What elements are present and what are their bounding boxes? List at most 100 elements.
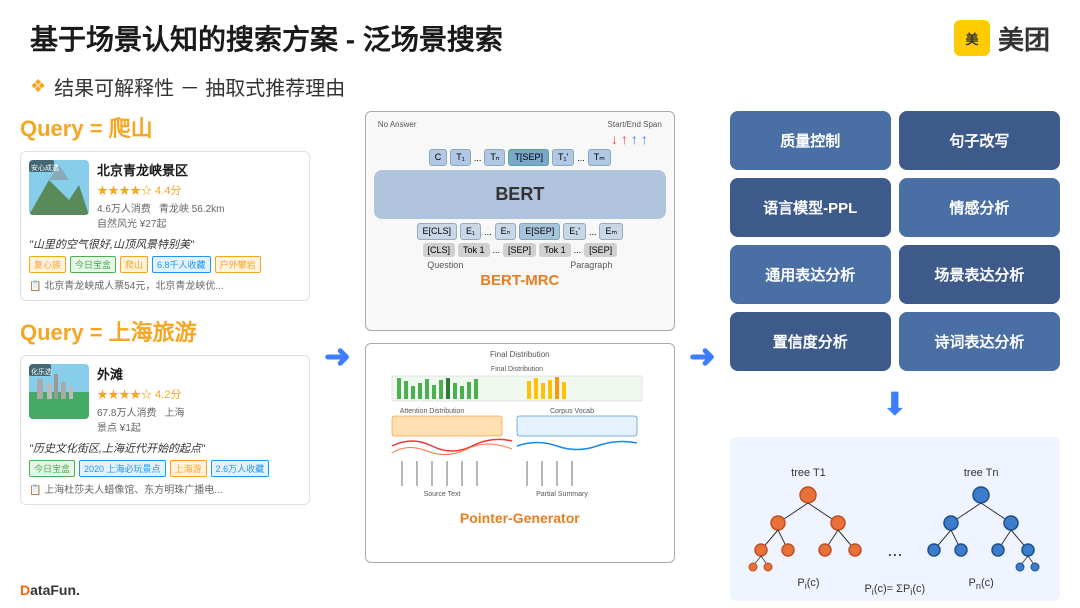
center-arrow-1: ➜ xyxy=(324,111,351,601)
token-dots2: ... xyxy=(577,149,585,166)
tok-sep: [SEP] xyxy=(503,243,536,257)
query-label-2: Query = 上海旅游 xyxy=(20,315,310,347)
bert-title: BERT xyxy=(380,184,660,205)
start-end-span-label: Start/End Span xyxy=(608,120,662,129)
card-meta-distance: 青龙峡 56.2km xyxy=(159,200,225,215)
sub-header-text: 结果可解释性 － 抽取式推荐理由 xyxy=(54,72,345,101)
btn-scene-expression[interactable]: 场景表达分析 xyxy=(899,245,1060,304)
middle-panel: No Answer Start/End Span ↓ ↑ ↑ ↑ C T₁ ..… xyxy=(365,111,675,601)
card-title-1: 北京青龙峡景区 xyxy=(97,160,301,179)
diamond-icon: ❖ xyxy=(30,76,46,97)
card-stars-2: ★★★★☆ 4.2分 xyxy=(97,386,301,402)
card-meta-2: 67.8万人消费 上海 xyxy=(97,404,301,419)
svg-text:Source Text: Source Text xyxy=(423,491,460,498)
emb-n: Eₙ xyxy=(495,223,517,240)
down-arrow-icon: ⬇ xyxy=(730,385,1060,423)
tok-cls: [CLS] xyxy=(423,243,456,257)
tag-8: 上海游 xyxy=(170,460,207,477)
datafun-rest: ataFun. xyxy=(30,582,80,598)
card-meta-1: 4.6万人消费 青龙峡 56.2km xyxy=(97,200,301,215)
datafun-d: D xyxy=(20,582,30,598)
pointer-diagram: Final Distribution Final Distribution xyxy=(365,343,675,563)
card-extra-1: 📋 北京青龙峡成人票54元，北京青龙峡优... xyxy=(29,277,301,292)
btn-poetry-expression[interactable]: 诗词表达分析 xyxy=(899,312,1060,371)
red-arrow-up-1: ↑ xyxy=(621,131,628,147)
svg-text:安心成选: 安心成选 xyxy=(31,163,59,172)
tok-1: Tok 1 xyxy=(458,243,490,257)
card-nature-1: 自然风光 ¥27起 xyxy=(97,215,301,230)
card-image-1: 安心成选 xyxy=(29,160,89,215)
blue-arrow-up-2: ↑ xyxy=(641,131,648,147)
paragraph-label: Paragraph xyxy=(570,260,612,270)
center-arrow-2: ➜ xyxy=(689,111,716,601)
card-tags-2: 今日宝盒 2020 上海必玩景点 上海游 2.6万人收藏 xyxy=(29,460,301,477)
card-extra-2: 📋 上海杜莎夫人蜡像馆、东方明珠广播电... xyxy=(29,481,301,496)
tree-svg-2 xyxy=(916,483,1046,573)
header: 基于场景认知的搜索方案 - 泛场景搜索 美 美团 xyxy=(0,0,1080,68)
btn-sentiment-analysis[interactable]: 情感分析 xyxy=(899,178,1060,237)
tree-area: tree T1 xyxy=(730,437,1060,601)
card-info-1: 北京青龙峡景区 ★★★★☆ 4.4分 4.6万人消费 青龙峡 56.2km 自然… xyxy=(97,160,301,230)
tok-1p: Tok 1 xyxy=(539,243,571,257)
emb-1: E₁ xyxy=(460,223,481,240)
card-info-2: 外滩 ★★★★☆ 4.2分 67.8万人消费 上海 景点 ¥1起 xyxy=(97,364,301,434)
logo-text: 美团 xyxy=(998,20,1050,57)
card-top-1: 安心成选 北京青龙峡景区 ★★★★☆ 4.4分 4.6万人消费 青龙峡 56.2… xyxy=(29,160,301,230)
tree-svg-1 xyxy=(743,483,873,573)
tag-9: 2.6万人收藏 xyxy=(211,460,270,477)
emb-sep: E[SEP] xyxy=(519,223,560,240)
btn-language-model-ppl[interactable]: 语言模型-PPL xyxy=(730,178,891,237)
svg-text:Final Distribution: Final Distribution xyxy=(491,366,543,373)
tok-dots2: ... xyxy=(574,243,582,257)
btn-sentence-rewrite[interactable]: 句子改写 xyxy=(899,111,1060,170)
meituan-icon: 美 xyxy=(954,20,990,56)
token-c: C xyxy=(429,149,448,166)
tag-7: 2020 上海必玩景点 xyxy=(79,460,166,477)
red-arrow-down-1: ↓ xyxy=(611,131,618,147)
card-desc-2: "历史文化街区,上海近代开始的起点" xyxy=(29,440,301,456)
emb-cls: E[CLS] xyxy=(417,223,458,240)
emb-dots2: ... xyxy=(589,223,597,240)
query-section-1: Query = 爬山 安心成选 北京青龙峡景区 xyxy=(20,111,310,301)
card-desc-1: "山里的空气很好,山顶风景特别美" xyxy=(29,236,301,252)
pointer-chart: Final Distribution xyxy=(372,361,662,501)
right-panel: 质量控制 句子改写 语言模型-PPL 情感分析 通用表达分析 场景表达分析 置信… xyxy=(730,111,1060,601)
datafun-logo: DataFun. xyxy=(20,582,80,598)
emb-dots: ... xyxy=(484,223,492,240)
right-arrow-icon-2: ➜ xyxy=(689,337,716,375)
svg-text:Partial Summary: Partial Summary xyxy=(536,491,588,498)
bert-diagram: No Answer Start/End Span ↓ ↑ ↑ ↑ C T₁ ..… xyxy=(365,111,675,331)
tree-container-2: tree Tn xyxy=(912,467,1050,591)
pointer-generator-label: Pointer-Generator xyxy=(372,510,668,526)
bert-mrc-label: BERT-MRC xyxy=(374,272,666,289)
btn-general-expression[interactable]: 通用表达分析 xyxy=(730,245,891,304)
query-label-1: Query = 爬山 xyxy=(20,111,310,143)
btn-quality-control[interactable]: 质量控制 xyxy=(730,111,891,170)
card-tags-1: 复心族 今日宝盒 爬山 6.8千人收藏 户外攀岩 xyxy=(29,256,301,273)
card-nature-2: 景点 ¥1起 xyxy=(97,419,301,434)
token-t1p: T₁' xyxy=(552,149,574,166)
btn-confidence-analysis[interactable]: 置信度分析 xyxy=(730,312,891,371)
tree-container-1: tree T1 xyxy=(740,467,878,591)
logo-area: 美 美团 xyxy=(954,20,1050,57)
tag-2: 今日宝盒 xyxy=(70,256,116,273)
left-panel: Query = 爬山 安心成选 北京青龙峡景区 xyxy=(20,111,310,601)
result-card-2: 化乐选 外滩 ★★★★☆ 4.2分 67.8万人消费 上海 景点 ¥1起 xyxy=(20,355,310,505)
sub-header: ❖ 结果可解释性 － 抽取式推荐理由 xyxy=(0,68,1080,111)
final-dist-label: Final Distribution xyxy=(372,350,668,359)
tag-5: 户外攀岩 xyxy=(215,256,261,273)
bert-box: BERT xyxy=(374,170,666,219)
tree-label-2: tree Tn xyxy=(964,467,999,479)
grid-buttons: 质量控制 句子改写 语言模型-PPL 情感分析 通用表达分析 场景表达分析 置信… xyxy=(730,111,1060,371)
right-arrow-icon: ➜ xyxy=(324,337,351,375)
tag-3: 爬山 xyxy=(120,256,148,273)
token-dots: ... xyxy=(474,149,482,166)
svg-text:Attention Distribution: Attention Distribution xyxy=(400,408,465,415)
token-tm: Tₘ xyxy=(588,149,611,166)
tag-4: 6.8千人收藏 xyxy=(152,256,211,273)
token-t1: T₁ xyxy=(450,149,471,166)
card-meta-consume: 4.6万人消费 xyxy=(97,200,151,215)
emb-m: Eₘ xyxy=(599,223,623,240)
card-image-2: 化乐选 xyxy=(29,364,89,419)
token-tn: Tₙ xyxy=(484,149,505,166)
